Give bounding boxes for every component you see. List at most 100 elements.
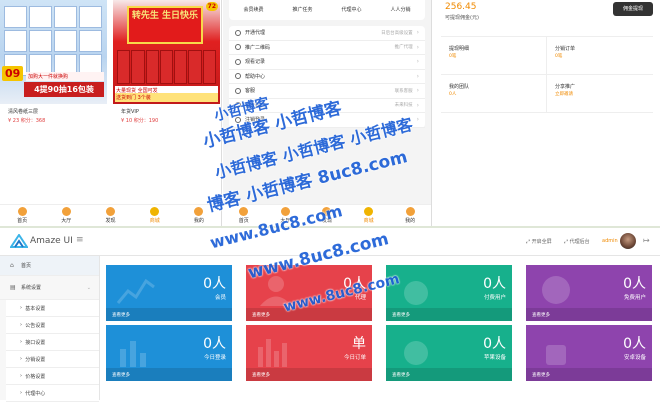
product-name: 年货VIP (121, 109, 139, 115)
discover-icon (106, 207, 115, 216)
view-more-link[interactable]: 查看更多 (526, 308, 652, 321)
chevron-right-icon: › (416, 58, 419, 66)
settings-icon: ▤ (10, 283, 16, 291)
sidebar-item-api-settings[interactable]: › 接口设置 (6, 334, 99, 351)
withdraw-button[interactable]: 佣金提现 (613, 2, 653, 16)
bars-watermark-icon (120, 341, 146, 367)
menu-item-qrcode[interactable]: 推广二维码 推广代理 › (229, 41, 425, 55)
view-more-link[interactable]: 查看更多 (246, 308, 372, 321)
sidebar-item-price-settings[interactable]: › 价格设置 (6, 368, 99, 385)
pie-watermark-icon (542, 276, 570, 304)
service-icon (235, 87, 241, 94)
sidebar-item-system-settings[interactable]: ▤ 系统设置 ⌄ (0, 276, 99, 300)
wallet-cell-orders[interactable]: 分销订单 0笔 (547, 37, 653, 75)
stat-card-apple-devices[interactable]: 0人 苹果设备 查看更多 (386, 325, 512, 381)
hall-icon (61, 207, 71, 216)
product-gift-banner: 转先生 生日快乐 (127, 6, 203, 44)
tab-mall[interactable]: 商城 (348, 205, 390, 226)
product-card[interactable]: 转先生 生日快乐 72 大量现货 全国可发 送货到门 3个装 年货VIP ¥ 1… (113, 0, 220, 124)
tab-discover[interactable]: 发现 (88, 205, 132, 226)
view-more-link[interactable]: 查看更多 (386, 308, 512, 321)
home-icon (17, 207, 27, 216)
mall-icon (150, 207, 160, 216)
app-logo-text: Amaze UI (30, 236, 73, 246)
user-icon (194, 207, 204, 216)
product-badge: 72 (205, 2, 218, 11)
stat-card-free-users[interactable]: 0人 免费用户 查看更多 (526, 265, 652, 321)
bottom-tabbar: 首页 大厅 发现 商城 我的 (0, 204, 221, 226)
chevron-down-icon: ⌄ (86, 284, 91, 291)
stat-card-today-login[interactable]: 0人 今日登录 查看更多 (106, 325, 232, 381)
menu-item-open-agent[interactable]: 开通代理 日后台高级设置 › (229, 26, 425, 41)
tab-home[interactable]: 首页 (0, 205, 44, 226)
view-more-link[interactable]: 查看更多 (106, 368, 232, 381)
menu-item-history[interactable]: 观看记录 › (229, 55, 425, 70)
shortcut-renew[interactable]: 会员续费 (229, 0, 278, 20)
admin-sidebar: ⌂ 首页 ▤ 系统设置 ⌄ › 基本设置 › 公告设置 › 接口设置 › 分销设置 ›… (0, 256, 100, 402)
tab-hall[interactable]: 大厅 (44, 205, 88, 226)
shortcut-promo-task[interactable]: 推广任务 (278, 0, 327, 20)
shop-panel: 09 加购大一件就换购 4提90抽16包装 清风卷纸三层 ¥ 23 积分：368… (0, 0, 222, 226)
sidebar-item-notice-settings[interactable]: › 公告设置 (6, 317, 99, 334)
shortcut-distribution[interactable]: 人人分销 (376, 0, 425, 20)
tab-mall[interactable]: 商城 (133, 205, 177, 226)
history-icon (235, 58, 241, 65)
stat-card-paid-users[interactable]: 0人 付费用户 查看更多 (386, 265, 512, 321)
bars-watermark-icon (258, 339, 287, 367)
chevron-right-icon: › (416, 87, 419, 95)
android-watermark-icon (546, 345, 566, 365)
product-promo-banner: 4提90抽16包装 (24, 82, 104, 97)
apple-watermark-icon (404, 341, 428, 365)
stat-card-members[interactable]: 0人 会员 查看更多 (106, 265, 232, 321)
wallet-grid: 提现明细 0笔 分销订单 0笔 我的团队 0人 分享推广 立即邀请 (441, 36, 653, 113)
shortcut-agent-center[interactable]: 代理中心 (327, 0, 376, 20)
qrcode-icon (235, 44, 241, 51)
member-shortcuts: 会员续费 推广任务 代理中心 人人分销 (229, 0, 425, 20)
sidebar-item-agent-center[interactable]: › 代理中心 (6, 385, 99, 402)
product-name: 清风卷纸三层 (8, 109, 39, 115)
chevron-right-icon: › (416, 116, 419, 124)
menu-item-help[interactable]: 帮助中心 › (229, 70, 425, 84)
user-icon (405, 207, 415, 216)
admin-username[interactable]: admin (602, 238, 618, 244)
cans-graphic (117, 50, 216, 84)
view-more-link[interactable]: 查看更多 (526, 368, 652, 381)
view-more-link[interactable]: 查看更多 (246, 368, 372, 381)
wallet-cell-team[interactable]: 我的团队 0人 (441, 75, 547, 113)
avatar[interactable] (620, 233, 636, 249)
chevron-right-icon: › (416, 101, 419, 109)
stat-card-android-devices[interactable]: 0人 安卓设备 查看更多 (526, 325, 652, 381)
chevron-right-icon: › (416, 29, 419, 37)
home-icon: ⌂ (10, 261, 14, 269)
commission-label: 可提现佣金(元) (445, 15, 479, 21)
wallet-cell-withdraw-log[interactable]: 提现明细 0笔 (441, 37, 547, 75)
sidebar-item-home[interactable]: ⌂ 首页 (0, 256, 99, 276)
amaze-logo-icon (10, 234, 28, 248)
product-card[interactable]: 09 加购大一件就换购 4提90抽16包装 清风卷纸三层 ¥ 23 积分：368 (0, 0, 107, 124)
product-image: 09 加购大一件就换购 4提90抽16包装 (0, 0, 107, 104)
stat-card-today-orders[interactable]: 单 今日订单 查看更多 (246, 325, 372, 381)
sidebar-item-distribution-settings[interactable]: › 分销设置 (6, 351, 99, 368)
wallet-cell-share[interactable]: 分享推广 立即邀请 (547, 75, 653, 113)
view-more-link[interactable]: 查看更多 (386, 368, 512, 381)
menu-toggle-icon[interactable]: ≡ (76, 235, 84, 245)
product-promo: 加购大一件就换购 (26, 72, 104, 81)
view-more-link[interactable]: 查看更多 (106, 308, 232, 321)
product-promo-banner: 送货到门 3个装 (115, 93, 218, 102)
wallet-panel: 256.45 可提现佣金(元) 佣金提现 提现明细 0笔 分销订单 0笔 我的团队 0… (433, 0, 660, 226)
fullscreen-link[interactable]: ⤢ 开启全屏 (526, 238, 552, 245)
logout-icon[interactable]: ↦ (643, 236, 650, 245)
product-image: 转先生 生日快乐 72 大量现货 全国可发 送货到门 3个装 (113, 0, 220, 104)
tab-mine[interactable]: 我的 (389, 205, 431, 226)
agent-admin-link[interactable]: ⤢ 代理后台 (564, 238, 590, 245)
apple-watermark-icon (404, 281, 428, 305)
product-price: ¥ 23 积分：368 (8, 118, 46, 124)
commission-amount: 256.45 (445, 2, 477, 12)
sidebar-item-basic-settings[interactable]: › 基本设置 (6, 300, 99, 317)
chevron-right-icon: › (416, 72, 419, 80)
chart-watermark-icon (116, 278, 155, 304)
chevron-right-icon: › (416, 43, 419, 51)
product-price: ¥ 10 积分：190 (121, 118, 159, 124)
mall-icon (364, 207, 374, 216)
help-icon (235, 73, 241, 80)
